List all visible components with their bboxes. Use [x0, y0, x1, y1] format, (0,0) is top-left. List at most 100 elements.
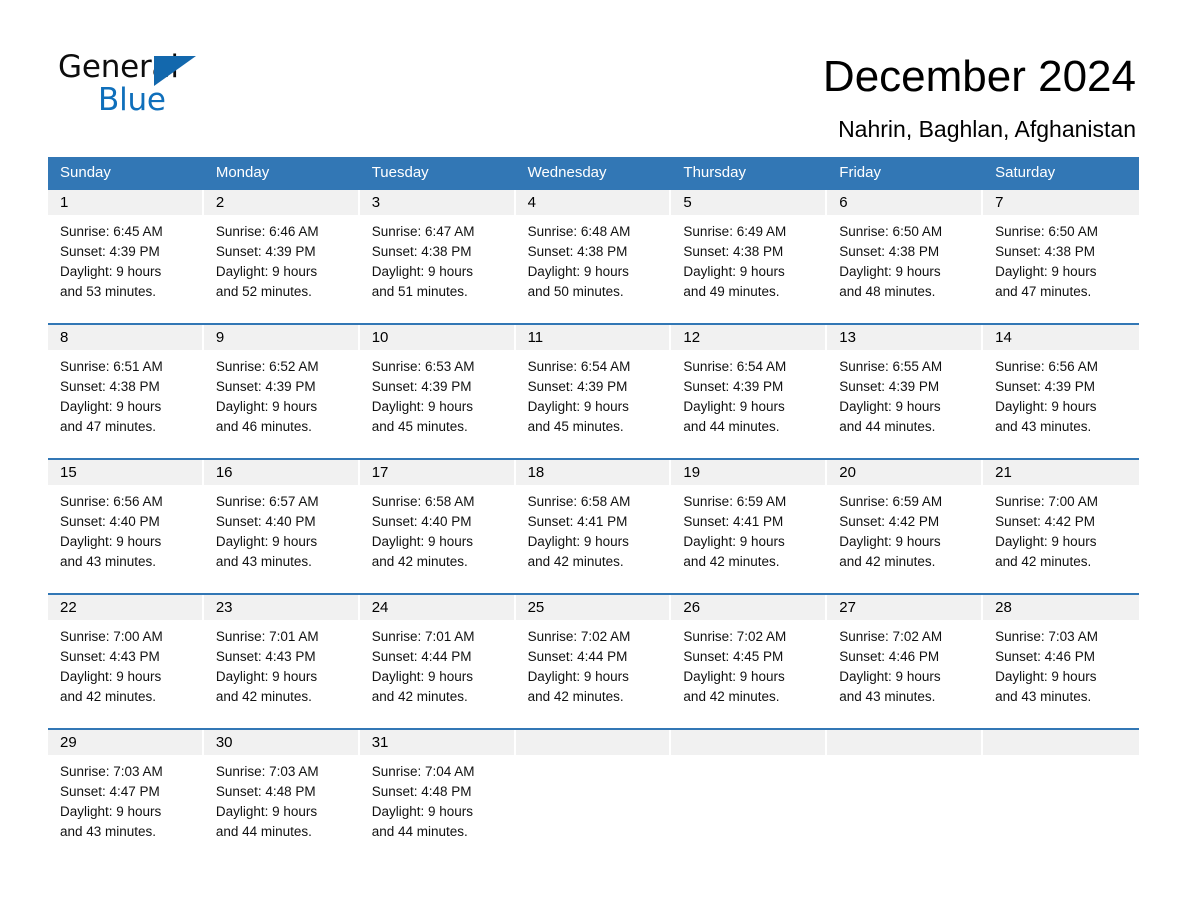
day-cell[interactable]: 15 Sunrise: 6:56 AM Sunset: 4:40 PM Dayl…: [48, 460, 204, 573]
day-cell[interactable]: 10 Sunrise: 6:53 AM Sunset: 4:39 PM Dayl…: [359, 325, 516, 438]
day-details: Sunrise: 7:03 AM Sunset: 4:48 PM Dayligh…: [204, 755, 360, 842]
sunrise-text: Sunrise: 7:02 AM: [527, 629, 631, 644]
daylight-text-line1: Daylight: 9 hours: [371, 669, 474, 684]
day-cell[interactable]: 20 Sunrise: 6:59 AM Sunset: 4:42 PM Dayl…: [827, 460, 984, 573]
sunset-text: Sunset: 4:48 PM: [371, 784, 472, 799]
day-cell[interactable]: 29 Sunrise: 7:03 AM Sunset: 4:47 PM Dayl…: [48, 730, 204, 843]
day-number-band: 31: [359, 730, 516, 755]
daylight-text-line1: Daylight: 9 hours: [215, 804, 318, 819]
day-cell[interactable]: 24 Sunrise: 7:01 AM Sunset: 4:44 PM Dayl…: [359, 595, 516, 708]
sunset-text: Sunset: 4:38 PM: [60, 379, 160, 394]
location-subtitle: Nahrin, Baghlan, Afghanistan: [838, 116, 1136, 142]
day-details: Sunrise: 6:54 AM Sunset: 4:39 PM Dayligh…: [516, 350, 672, 437]
day-cell[interactable]: 25 Sunrise: 7:02 AM Sunset: 4:44 PM Dayl…: [515, 595, 672, 708]
day-cell[interactable]: 19 Sunrise: 6:59 AM Sunset: 4:41 PM Dayl…: [671, 460, 828, 573]
sunset-text: Sunset: 4:43 PM: [215, 649, 316, 664]
daylight-text-line1: Daylight: 9 hours: [839, 534, 941, 549]
day-number-band: 17: [359, 460, 516, 485]
day-number: 5: [683, 194, 692, 211]
sunrise-text: Sunrise: 6:56 AM: [60, 494, 163, 509]
day-number: 7: [995, 194, 1004, 211]
day-number: 26: [683, 599, 701, 616]
weekday-header-sunday: Sunday: [60, 164, 111, 181]
day-details: Sunrise: 6:55 AM Sunset: 4:39 PM Dayligh…: [827, 350, 983, 437]
sunrise-text: Sunrise: 7:01 AM: [215, 629, 319, 644]
sunset-text: Sunset: 4:39 PM: [527, 379, 628, 394]
daylight-text-line1: Daylight: 9 hours: [527, 399, 629, 414]
day-cell[interactable]: 13 Sunrise: 6:55 AM Sunset: 4:39 PM Dayl…: [827, 325, 984, 438]
day-details: Sunrise: 7:00 AM Sunset: 4:43 PM Dayligh…: [48, 620, 204, 707]
day-cell[interactable]: 11 Sunrise: 6:54 AM Sunset: 4:39 PM Dayl…: [515, 325, 672, 438]
sunrise-text: Sunrise: 6:56 AM: [995, 359, 1098, 374]
daylight-text-line1: Daylight: 9 hours: [371, 804, 474, 819]
daylight-text-line1: Daylight: 9 hours: [60, 264, 162, 279]
day-number-band: 30: [203, 730, 360, 755]
day-cell[interactable]: 18 Sunrise: 6:58 AM Sunset: 4:41 PM Dayl…: [515, 460, 672, 573]
day-cell[interactable]: 27 Sunrise: 7:02 AM Sunset: 4:46 PM Dayl…: [827, 595, 984, 708]
sunset-text: Sunset: 4:46 PM: [839, 649, 940, 664]
day-number: 10: [371, 329, 389, 346]
day-details: Sunrise: 7:03 AM Sunset: 4:46 PM Dayligh…: [983, 620, 1139, 707]
weekday-header-wednesday: Wednesday: [527, 164, 607, 181]
day-cell[interactable]: 14 Sunrise: 6:56 AM Sunset: 4:39 PM Dayl…: [983, 325, 1139, 438]
day-cell[interactable]: 12 Sunrise: 6:54 AM Sunset: 4:39 PM Dayl…: [671, 325, 828, 438]
daylight-text-line2: and 43 minutes.: [995, 419, 1092, 434]
daylight-text-line2: and 42 minutes.: [527, 689, 624, 704]
sunrise-text: Sunrise: 6:59 AM: [683, 494, 787, 509]
daylight-text-line2: and 43 minutes.: [215, 554, 312, 569]
sunset-text: Sunset: 4:39 PM: [839, 379, 940, 394]
day-number-band: 10: [359, 325, 516, 350]
daylight-text-line1: Daylight: 9 hours: [527, 534, 629, 549]
sunrise-text: Sunrise: 6:50 AM: [839, 224, 943, 239]
day-cell[interactable]: 5 Sunrise: 6:49 AM Sunset: 4:38 PM Dayli…: [671, 190, 828, 303]
day-cell[interactable]: 9 Sunrise: 6:52 AM Sunset: 4:39 PM Dayli…: [203, 325, 360, 438]
day-cell[interactable]: 1 Sunrise: 6:45 AM Sunset: 4:39 PM Dayli…: [48, 190, 204, 303]
day-details: Sunrise: 7:02 AM Sunset: 4:45 PM Dayligh…: [671, 620, 827, 707]
day-number: 19: [683, 464, 701, 481]
generalblue-logo[interactable]: General Blue: [58, 48, 208, 120]
day-number-band: 9: [203, 325, 360, 350]
calendar-week-row: 29 Sunrise: 7:03 AM Sunset: 4:47 PM Dayl…: [48, 728, 1139, 843]
day-cell[interactable]: 17 Sunrise: 6:58 AM Sunset: 4:40 PM Dayl…: [359, 460, 516, 573]
day-cell[interactable]: 21 Sunrise: 7:00 AM Sunset: 4:42 PM Dayl…: [983, 460, 1139, 573]
page-header: General Blue December 2024 Nahrin, Baghl…: [0, 0, 1188, 144]
weekday-header-saturday: Saturday: [995, 164, 1056, 181]
week-gap: [48, 303, 1139, 323]
daylight-text-line2: and 50 minutes.: [527, 284, 624, 299]
day-cell[interactable]: 2 Sunrise: 6:46 AM Sunset: 4:39 PM Dayli…: [203, 190, 360, 303]
daylight-text-line2: and 43 minutes.: [60, 824, 157, 839]
day-details: Sunrise: 6:46 AM Sunset: 4:39 PM Dayligh…: [204, 215, 360, 302]
day-cell[interactable]: 26 Sunrise: 7:02 AM Sunset: 4:45 PM Dayl…: [671, 595, 828, 708]
day-details: Sunrise: 6:52 AM Sunset: 4:39 PM Dayligh…: [204, 350, 360, 437]
day-cell[interactable]: 31 Sunrise: 7:04 AM Sunset: 4:48 PM Dayl…: [359, 730, 516, 843]
sunrise-text: Sunrise: 6:52 AM: [215, 359, 319, 374]
day-number-band: 20: [827, 460, 984, 485]
day-cell[interactable]: 3 Sunrise: 6:47 AM Sunset: 4:38 PM Dayli…: [359, 190, 516, 303]
day-details: Sunrise: 6:45 AM Sunset: 4:39 PM Dayligh…: [48, 215, 204, 302]
day-number-band: 16: [203, 460, 360, 485]
day-cell[interactable]: 8 Sunrise: 6:51 AM Sunset: 4:38 PM Dayli…: [48, 325, 204, 438]
daylight-text-line2: and 43 minutes.: [839, 689, 936, 704]
daylight-text-line1: Daylight: 9 hours: [839, 399, 941, 414]
daylight-text-line1: Daylight: 9 hours: [839, 264, 941, 279]
day-number: 9: [215, 329, 225, 346]
sunrise-text: Sunrise: 6:46 AM: [215, 224, 319, 239]
day-cell[interactable]: 6 Sunrise: 6:50 AM Sunset: 4:38 PM Dayli…: [827, 190, 984, 303]
day-details: Sunrise: 6:57 AM Sunset: 4:40 PM Dayligh…: [204, 485, 360, 572]
daylight-text-line2: and 44 minutes.: [371, 824, 468, 839]
day-cell[interactable]: 23 Sunrise: 7:01 AM Sunset: 4:43 PM Dayl…: [203, 595, 360, 708]
sunset-text: Sunset: 4:39 PM: [215, 244, 316, 259]
day-cell[interactable]: 7 Sunrise: 6:50 AM Sunset: 4:38 PM Dayli…: [983, 190, 1139, 303]
daylight-text-line2: and 49 minutes.: [683, 284, 780, 299]
day-cell[interactable]: 28 Sunrise: 7:03 AM Sunset: 4:46 PM Dayl…: [983, 595, 1139, 708]
day-cell[interactable]: 30 Sunrise: 7:03 AM Sunset: 4:48 PM Dayl…: [203, 730, 360, 843]
day-cell[interactable]: 16 Sunrise: 6:57 AM Sunset: 4:40 PM Dayl…: [203, 460, 360, 573]
calendar-week-row: 22 Sunrise: 7:00 AM Sunset: 4:43 PM Dayl…: [48, 593, 1139, 708]
day-number: 15: [60, 464, 77, 481]
sunset-text: Sunset: 4:39 PM: [60, 244, 160, 259]
daylight-text-line1: Daylight: 9 hours: [215, 669, 318, 684]
calendar-table: Sunday Monday Tuesday Wednesday Thursday…: [48, 157, 1139, 843]
day-cell[interactable]: 4 Sunrise: 6:48 AM Sunset: 4:38 PM Dayli…: [515, 190, 672, 303]
day-cell[interactable]: 22 Sunrise: 7:00 AM Sunset: 4:43 PM Dayl…: [48, 595, 204, 708]
daylight-text-line2: and 53 minutes.: [60, 284, 157, 299]
